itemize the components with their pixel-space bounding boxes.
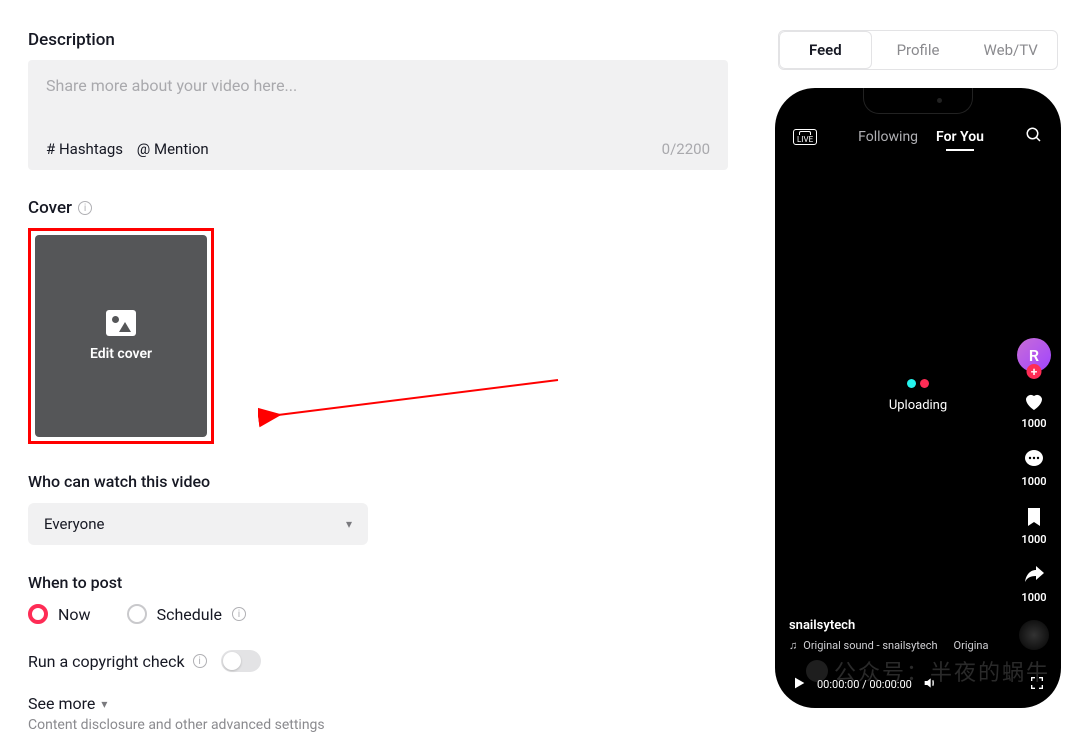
phone-notch: [863, 88, 973, 114]
comment-button[interactable]: 1000: [1021, 446, 1047, 488]
when-title: When to post: [28, 573, 728, 592]
share-icon: [1021, 562, 1047, 588]
cover-title: Cover: [28, 198, 72, 218]
description-box[interactable]: # Hashtags @ Mention 0/2200: [28, 60, 728, 170]
copyright-toggle[interactable]: [221, 650, 261, 672]
tab-following[interactable]: Following: [858, 129, 918, 145]
privacy-title: Who can watch this video: [28, 472, 728, 491]
hashtags-button[interactable]: # Hashtags: [46, 140, 123, 158]
edit-cover-button[interactable]: Edit cover: [35, 235, 207, 437]
cover-highlight-box: Edit cover: [28, 228, 214, 444]
copyright-title: Run a copyright check: [28, 652, 185, 671]
see-more-subtitle: Content disclosure and other advanced se…: [28, 717, 728, 733]
fullscreen-icon[interactable]: [1029, 675, 1045, 694]
bookmark-count: 1000: [1021, 533, 1046, 546]
like-button[interactable]: 1000: [1021, 388, 1047, 430]
music-note-icon: ♫: [789, 639, 797, 652]
chevron-down-icon: ▾: [346, 517, 352, 531]
radio-schedule[interactable]: Schedule i: [127, 604, 246, 624]
info-icon[interactable]: i: [232, 607, 246, 621]
share-count: 1000: [1021, 591, 1046, 604]
caption-username[interactable]: snailsytech: [789, 618, 988, 633]
bookmark-icon: [1021, 504, 1047, 530]
description-input[interactable]: [46, 76, 710, 114]
tab-feed[interactable]: Feed: [779, 31, 872, 69]
tab-profile[interactable]: Profile: [872, 31, 965, 69]
phone-preview: LIVE Following For You Uploading R 1000: [775, 88, 1061, 708]
annotation-arrow: [258, 370, 578, 450]
description-title: Description: [28, 30, 728, 50]
see-more-label: See more: [28, 694, 95, 713]
privacy-selected-value: Everyone: [44, 515, 104, 533]
comment-icon: [1021, 446, 1047, 472]
radio-now[interactable]: Now: [28, 604, 91, 624]
volume-icon[interactable]: [922, 675, 938, 694]
sound-disc-icon[interactable]: [1019, 620, 1049, 650]
info-icon[interactable]: i: [78, 201, 92, 215]
player-time: 00:00:00 / 00:00:00: [817, 678, 912, 691]
char-count: 0/2200: [662, 140, 710, 158]
preview-tabs: Feed Profile Web/TV: [778, 30, 1058, 70]
search-icon[interactable]: [1025, 126, 1043, 148]
radio-schedule-label: Schedule: [157, 605, 222, 624]
share-button[interactable]: 1000: [1021, 562, 1047, 604]
tab-for-you[interactable]: For You: [936, 129, 984, 145]
live-icon[interactable]: LIVE: [793, 129, 817, 145]
radio-icon: [127, 604, 147, 624]
image-icon: [106, 310, 136, 336]
like-count: 1000: [1021, 417, 1046, 430]
caption-sound[interactable]: ♫ Original sound - snailsytech Origina: [789, 639, 988, 652]
edit-cover-label: Edit cover: [90, 346, 152, 362]
chevron-down-icon: ▾: [101, 697, 107, 711]
play-icon[interactable]: [791, 675, 807, 694]
tab-web[interactable]: Web/TV: [964, 31, 1057, 69]
heart-icon: [1021, 388, 1047, 414]
radio-now-label: Now: [58, 605, 91, 624]
comment-count: 1000: [1021, 475, 1046, 488]
avatar[interactable]: R: [1017, 338, 1051, 372]
radio-icon-selected: [28, 604, 48, 624]
bookmark-button[interactable]: 1000: [1021, 504, 1047, 546]
info-icon[interactable]: i: [193, 654, 207, 668]
privacy-select[interactable]: Everyone ▾: [28, 503, 368, 545]
mention-button[interactable]: @ Mention: [137, 140, 209, 158]
see-more-toggle[interactable]: See more ▾: [28, 694, 728, 713]
